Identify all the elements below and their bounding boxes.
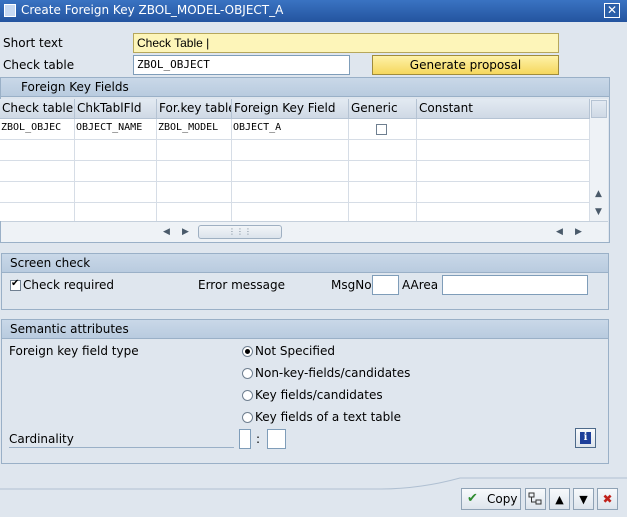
semantic-attributes-header: Semantic attributes [2, 320, 608, 339]
table-cell[interactable] [349, 161, 417, 182]
table-cell[interactable] [157, 182, 232, 203]
title-bar: Create Foreign Key ZBOL_MODEL-OBJECT_A ✕ [0, 0, 627, 22]
previous-button[interactable]: ▲ [549, 488, 570, 510]
down-arrow-icon: ▼ [579, 493, 588, 506]
scroll-up-icon[interactable]: ▲ [595, 189, 602, 199]
scroll-last-icon[interactable]: ▶ [575, 227, 582, 237]
aarea-label: AArea [402, 278, 439, 292]
checkmark-icon: ✔ [11, 278, 20, 289]
foreign-key-fields-title: Foreign Key Fields [21, 80, 129, 94]
table-cell[interactable] [0, 161, 75, 182]
table-cell[interactable] [0, 140, 75, 161]
screen-check-title: Screen check [10, 256, 91, 270]
msgno-input[interactable] [372, 275, 399, 295]
col-header-generic[interactable]: Generic [349, 99, 417, 119]
table-cell[interactable] [0, 203, 75, 221]
table-cell[interactable] [232, 182, 349, 203]
radio-label-key-fields-text-table: Key fields of a text table [255, 410, 401, 424]
table-cell[interactable] [157, 203, 232, 221]
radio-not-specified[interactable] [242, 346, 253, 357]
col-header-check-table[interactable]: Check table [0, 99, 75, 119]
table-cell[interactable] [75, 203, 157, 221]
hierarchy-icon [528, 492, 542, 505]
table-cell[interactable] [232, 161, 349, 182]
cancel-icon: ✖ [602, 492, 613, 506]
cardinality-right-input[interactable] [267, 429, 286, 449]
col-header-chktablfld[interactable]: ChkTablFld [75, 99, 157, 119]
cardinality-label: Cardinality [9, 432, 74, 446]
short-text-input[interactable]: Check Table | [133, 33, 559, 53]
info-icon: i [580, 432, 591, 444]
col-header-foreign-key-field[interactable]: Foreign Key Field [232, 99, 349, 119]
table-cell[interactable] [75, 182, 157, 203]
table-cell[interactable]: ZBOL_MODEL [157, 119, 232, 140]
cardinality-left-input[interactable] [239, 429, 251, 449]
generate-proposal-button[interactable]: Generate proposal [372, 55, 559, 75]
table-cell[interactable] [0, 182, 75, 203]
table-cell[interactable] [349, 140, 417, 161]
window-icon [4, 4, 16, 17]
table-cell[interactable] [349, 182, 417, 203]
check-table-input[interactable]: ZBOL_OBJECT [133, 55, 350, 75]
table-cell[interactable] [417, 182, 590, 203]
table-horizontal-scrollbar[interactable]: ◀ ▶ ⋮⋮⋮ ◀ ▶ [1, 221, 608, 242]
cardinality-separator: : [256, 432, 261, 446]
info-button[interactable]: i [575, 428, 596, 448]
radio-label-non-key-fields: Non-key-fields/candidates [255, 366, 411, 380]
cardinality-divider [9, 447, 234, 448]
radio-key-fields[interactable] [242, 390, 253, 401]
fk-table: Check table ChkTablFld For.key table For… [0, 99, 590, 221]
horizontal-scroll-thumb[interactable]: ⋮⋮⋮ [198, 225, 282, 239]
error-message-label: Error message [198, 278, 285, 292]
radio-key-fields-text-table[interactable] [242, 412, 253, 423]
hierarchy-button[interactable] [525, 488, 546, 510]
copy-label: Copy [487, 492, 518, 506]
table-cell[interactable] [75, 161, 157, 182]
scroll-right-icon[interactable]: ▶ [182, 227, 189, 237]
table-vertical-scrollbar[interactable]: ▲ ▼ [590, 99, 608, 221]
screen-check-header: Screen check [2, 254, 608, 273]
table-cell[interactable] [417, 119, 590, 140]
generic-checkbox[interactable] [376, 124, 387, 135]
check-table-label: Check table [3, 58, 75, 72]
radio-non-key-fields[interactable] [242, 368, 253, 379]
table-cell[interactable] [157, 161, 232, 182]
table-cell[interactable] [417, 140, 590, 161]
table-cell[interactable] [232, 140, 349, 161]
check-icon: ✔ [467, 491, 478, 506]
table-cell[interactable] [417, 203, 590, 221]
col-header-for-key-table[interactable]: For.key table [157, 99, 232, 119]
foreign-key-fields-header: Foreign Key Fields [1, 78, 609, 97]
msgno-label: MsgNo [331, 278, 372, 292]
check-required-checkbox[interactable]: ✔ [10, 278, 21, 291]
short-text-label: Short text [3, 36, 63, 50]
scroll-first-icon[interactable]: ◀ [556, 227, 563, 237]
column-settings-button[interactable] [591, 100, 607, 118]
radio-label-not-specified: Not Specified [255, 344, 335, 358]
col-header-constant[interactable]: Constant [417, 99, 590, 119]
cancel-button[interactable]: ✖ [597, 488, 618, 510]
scroll-down-icon[interactable]: ▼ [595, 207, 602, 217]
footer-curve [0, 477, 627, 490]
radio-label-key-fields: Key fields/candidates [255, 388, 383, 402]
table-cell[interactable] [75, 140, 157, 161]
table-cell[interactable]: OBJECT_A [232, 119, 349, 140]
fk-field-type-label: Foreign key field type [9, 344, 139, 358]
semantic-attributes-title: Semantic attributes [10, 322, 129, 336]
next-button[interactable]: ▼ [573, 488, 594, 510]
table-cell[interactable] [157, 140, 232, 161]
scroll-left-icon[interactable]: ◀ [163, 227, 170, 237]
up-arrow-icon: ▲ [555, 493, 564, 506]
close-window-button[interactable]: ✕ [604, 3, 620, 18]
table-cell[interactable]: ZBOL_OBJEC [0, 119, 75, 140]
check-required-label: Check required [23, 278, 115, 292]
window-title: Create Foreign Key ZBOL_MODEL-OBJECT_A [21, 3, 284, 17]
table-cell[interactable] [232, 203, 349, 221]
table-cell[interactable]: OBJECT_NAME [75, 119, 157, 140]
table-cell-generic [349, 119, 417, 140]
aarea-input[interactable] [442, 275, 588, 295]
table-cell[interactable] [417, 161, 590, 182]
table-cell[interactable] [349, 203, 417, 221]
copy-button[interactable]: ✔ Copy [461, 488, 521, 510]
